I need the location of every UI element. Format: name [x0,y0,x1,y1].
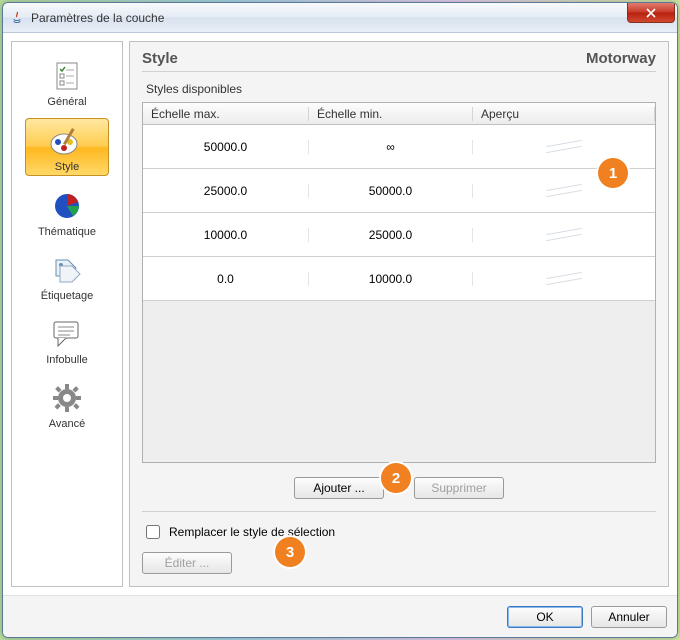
section-title: Style [142,50,178,67]
cell-preview [473,225,655,245]
cell-preview [473,137,655,157]
cell-min: 50000.0 [309,184,473,198]
table-row[interactable]: 0.0 10000.0 [143,257,655,301]
sidebar-item-advanced[interactable]: Avancé [25,376,109,432]
close-button[interactable] [627,3,675,23]
style-preview-icon [544,181,584,201]
style-preview-icon [544,137,584,157]
main-panel: Style Motorway Styles disponibles Échell… [129,41,669,587]
remove-button[interactable]: Supprimer [414,477,504,499]
replace-style-row: Remplacer le style de sélection [142,518,656,552]
replace-selection-style-checkbox[interactable] [146,525,160,539]
edit-button[interactable]: Éditer ... [142,552,232,574]
cell-min: ∞ [309,140,473,154]
sidebar-item-label: Avancé [49,418,86,430]
sidebar-item-label: Thématique [38,226,96,238]
java-icon [9,10,25,26]
cell-preview [473,269,655,289]
cell-max: 25000.0 [143,184,309,198]
dialog-window: Paramètres de la couche Général Style [2,2,678,638]
sidebar-item-labeling[interactable]: Étiquetage [25,248,109,304]
sidebar-item-label: Général [47,96,86,108]
sidebar-item-tooltip[interactable]: Infobulle [25,312,109,368]
cancel-button[interactable]: Annuler [591,606,667,628]
sidebar-item-label: Étiquetage [41,290,94,302]
col-scale-min: Échelle min. [309,107,473,121]
add-button[interactable]: Ajouter ... [294,477,384,499]
cell-preview [473,181,655,201]
style-preview-icon [544,225,584,245]
sidebar-item-label: Infobulle [46,354,88,366]
styles-available-label: Styles disponibles [146,82,656,96]
cell-min: 25000.0 [309,228,473,242]
sidebar: Général Style Thématique Étiquetage [11,41,123,587]
window-title: Paramètres de la couche [31,11,164,25]
col-preview: Aperçu [473,107,655,121]
sidebar-item-general[interactable]: Général [25,54,109,110]
cell-max: 10000.0 [143,228,309,242]
styles-table[interactable]: Échelle max. Échelle min. Aperçu 50000.0… [142,102,656,463]
table-row[interactable]: 50000.0 ∞ [143,125,655,169]
callout-marker-1: 1 [598,158,628,188]
sidebar-item-style[interactable]: Style [25,118,109,176]
edit-row: Éditer ... [142,552,656,574]
checklist-icon [45,58,89,94]
table-body: 50000.0 ∞ 25000.0 50000.0 10000.0 25000.… [143,125,655,301]
table-row[interactable]: 25000.0 50000.0 [143,169,655,213]
cell-min: 10000.0 [309,272,473,286]
layer-name: Motorway [586,50,656,67]
dialog-footer: OK Annuler [3,595,677,637]
callout-marker-2: 2 [381,463,411,493]
sidebar-item-label: Style [55,161,79,173]
ok-button[interactable]: OK [507,606,583,628]
style-preview-icon [544,269,584,289]
dialog-body: Général Style Thématique Étiquetage [3,33,677,595]
cell-max: 50000.0 [143,140,309,154]
table-row[interactable]: 10000.0 25000.0 [143,213,655,257]
sidebar-item-thematic[interactable]: Thématique [25,184,109,240]
speech-bubble-icon [45,316,89,352]
cell-max: 0.0 [143,272,309,286]
pie-chart-icon [45,188,89,224]
palette-icon [45,123,89,159]
separator [142,511,656,512]
replace-selection-style-label: Remplacer le style de sélection [169,525,335,539]
tags-icon [45,252,89,288]
table-header: Échelle max. Échelle min. Aperçu [143,103,655,125]
main-header: Style Motorway [142,42,656,72]
callout-marker-3: 3 [275,537,305,567]
gear-icon [45,380,89,416]
titlebar[interactable]: Paramètres de la couche [3,3,677,33]
col-scale-max: Échelle max. [143,107,309,121]
